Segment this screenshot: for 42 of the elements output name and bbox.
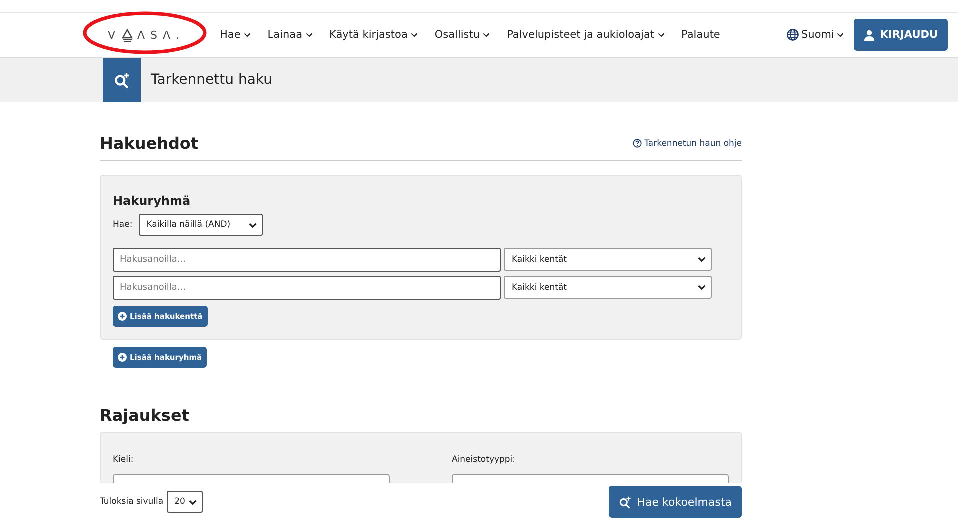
- filter-field[interactable]: [113, 474, 390, 483]
- ship-icon: [122, 28, 133, 42]
- caret-icon: [188, 500, 197, 504]
- nav-menu-item[interactable]: Käytä kirjastoa: [330, 29, 418, 41]
- filter-field[interactable]: [452, 474, 729, 483]
- per-page-label: Tuloksia sivulla: [100, 497, 164, 507]
- filter-label: Kieli:: [113, 455, 134, 465]
- page-title: Tarkennettu haku: [151, 72, 272, 88]
- logo-text: V: [108, 28, 117, 42]
- filter-label: Aineistotyyppi:: [452, 455, 516, 465]
- user-icon: [864, 30, 876, 40]
- caret-icon: [248, 222, 257, 228]
- vaasa-logo[interactable]: V Λ S Λ .: [108, 28, 220, 42]
- help-icon: [632, 139, 642, 148]
- search-term-field[interactable]: Hakusanoilla...: [113, 248, 501, 272]
- section-heading: Hakuehdot: [100, 134, 199, 153]
- login-button[interactable]: KIRJAUDU: [854, 19, 948, 51]
- search-icon: [114, 72, 130, 88]
- help-link[interactable]: Tarkennetun haun ohje: [632, 138, 742, 148]
- caret-icon: [698, 285, 706, 290]
- plus-icon: [118, 312, 127, 321]
- per-page-select[interactable]: 20: [166, 491, 203, 513]
- nav-menu-item[interactable]: Lainaa: [268, 29, 313, 41]
- language-menu[interactable]: Suomi: [786, 29, 844, 41]
- search-term-field[interactable]: Hakusanoilla...: [113, 276, 501, 300]
- caret-icon: [837, 32, 844, 38]
- nav-menu-item[interactable]: Palvelupisteet ja aukioloajat: [507, 29, 665, 41]
- field-select[interactable]: Kaikki kentät: [504, 248, 712, 271]
- search-icon: [619, 496, 632, 508]
- match-select[interactable]: Kaikilla näillä (AND): [138, 214, 263, 236]
- globe-icon: [786, 29, 798, 41]
- plus-icon: [118, 353, 127, 362]
- search-button[interactable]: Hae kokoelmasta: [609, 486, 742, 518]
- logo-text: Λ S Λ .: [138, 28, 181, 42]
- group-heading: Hakuryhmä: [113, 194, 192, 208]
- caret-icon: [698, 257, 706, 262]
- match-label: Hae:: [113, 220, 133, 230]
- section-heading: Rajaukset: [100, 406, 190, 425]
- field-select[interactable]: Kaikki kentät: [504, 276, 712, 299]
- nav-menu-item[interactable]: Hae: [220, 29, 251, 41]
- nav-menu-item[interactable]: Osallistu: [434, 29, 490, 41]
- nav-menu-item[interactable]: Palaute: [682, 29, 720, 41]
